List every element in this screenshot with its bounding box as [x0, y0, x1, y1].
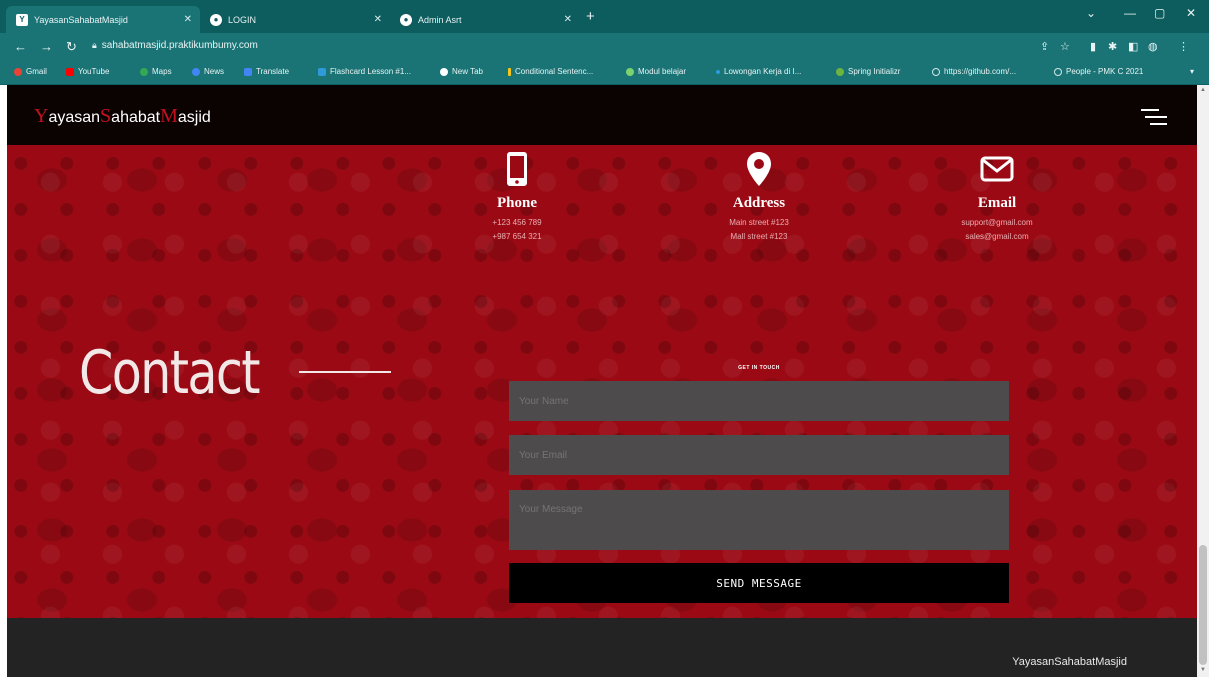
bookmark-new-tab[interactable]: New Tab — [440, 67, 483, 76]
logo-word: ahabat — [111, 109, 161, 126]
logo-word: asjid — [177, 109, 211, 126]
address-info: Address Main street #123 Mall street #12… — [679, 151, 839, 241]
logo-letter: S — [100, 105, 112, 127]
scrollbar-thumb[interactable] — [1199, 545, 1207, 665]
tab-login[interactable]: ● LOGIN ✕ — [200, 6, 390, 33]
share-icon[interactable]: ⇪ — [1040, 40, 1049, 53]
translate-icon — [244, 67, 252, 76]
address-title: Address — [732, 195, 786, 211]
email-field[interactable] — [509, 435, 1009, 475]
spring-icon — [836, 67, 844, 76]
sidepanel-icon[interactable]: ◧ — [1128, 40, 1138, 53]
tab-label: Admin Asrt — [418, 14, 462, 25]
puzzle-icon[interactable]: ✱ — [1108, 40, 1117, 53]
bookmark-star-icon[interactable]: ☆ — [1060, 40, 1070, 53]
phone-icon — [437, 151, 597, 187]
tab-search-icon[interactable]: ⌄ — [1086, 6, 1096, 20]
phone-title: Phone — [496, 195, 537, 211]
address-line: Mall street #123 — [730, 232, 788, 241]
site-logo[interactable]: YayasanSahabatMasjid — [34, 105, 211, 128]
lowongan-icon — [716, 69, 720, 74]
page-scrollbar[interactable]: ▲ ▼ — [1197, 85, 1209, 677]
close-tab-icon[interactable]: ✕ — [374, 14, 382, 25]
email-line: support@gmail.com — [961, 218, 1033, 227]
globe-icon: ● — [400, 13, 412, 26]
page-title: Contact — [79, 338, 261, 408]
url-text: sahabatmasjid.praktikumbumy.com — [101, 40, 258, 51]
back-arrow-icon[interactable]: ← — [14, 39, 27, 54]
forward-arrow-icon[interactable]: → — [40, 39, 53, 54]
new-tab-icon[interactable]: + — [586, 8, 595, 25]
bookmarks-overflow-icon[interactable]: ▾ — [1190, 67, 1194, 76]
message-field[interactable] — [509, 490, 1009, 550]
address-bar-row: ← → ↻ 🔒︎ sahabatmasjid.praktikumbumy.com … — [0, 33, 1209, 60]
logo-letter: M — [160, 105, 178, 127]
location-pin-icon — [679, 151, 839, 187]
browser-tab-bar: Y YayasanSahabatMasjid ✕ ● LOGIN ✕ ● Adm… — [0, 0, 1209, 33]
scroll-up-icon[interactable]: ▲ — [1200, 87, 1206, 93]
site-header: YayasanSahabatMasjid — [7, 85, 1197, 145]
tab-label: LOGIN — [228, 14, 257, 25]
bookmark-conditional[interactable]: Conditional Sentenc... — [508, 67, 593, 76]
modul-icon — [626, 67, 634, 76]
page-viewport: YayasanSahabatMasjid Phone +123 456 789 … — [7, 85, 1197, 677]
globe-icon: ● — [210, 13, 222, 26]
youtube-icon — [66, 67, 74, 76]
address-line: Main street #123 — [729, 218, 789, 227]
scroll-down-icon[interactable]: ▼ — [1200, 667, 1206, 673]
phone-info: Phone +123 456 789 +987 654 321 — [437, 151, 597, 241]
form-eyebrow: GET IN TOUCH — [738, 365, 780, 371]
avatar[interactable]: ◍ — [1148, 40, 1158, 53]
send-message-button[interactable]: SEND MESSAGE — [509, 563, 1009, 603]
name-field[interactable] — [509, 381, 1009, 421]
contact-section: Phone +123 456 789 +987 654 321 Address … — [7, 145, 1197, 618]
tab-admin[interactable]: ● Admin Asrt ✕ — [390, 6, 580, 33]
logo-letter: Y — [34, 105, 49, 127]
bookmarks-bar: Gmail YouTube Maps News Translate Flashc… — [0, 60, 1209, 85]
bookmark-news[interactable]: News — [192, 67, 224, 76]
bookmark-modul[interactable]: Modul belajar — [626, 67, 686, 76]
close-tab-icon[interactable]: ✕ — [184, 14, 192, 25]
footer-brand: YayasanSahabatMasjid — [1012, 656, 1127, 668]
email-info: Email support@gmail.com sales@gmail.com — [917, 151, 1077, 241]
phone-line: +987 654 321 — [492, 232, 542, 241]
bookmark-maps[interactable]: Maps — [140, 67, 172, 76]
site-footer: YayasanSahabatMasjid — [7, 618, 1197, 677]
bookmark-gmail[interactable]: Gmail — [14, 67, 47, 76]
lock-icon: 🔒︎ — [92, 40, 97, 50]
bookmark-translate[interactable]: Translate — [244, 67, 289, 76]
url-field[interactable]: 🔒︎ sahabatmasjid.praktikumbumy.com — [92, 40, 258, 51]
hamburger-menu-icon[interactable] — [1141, 109, 1167, 125]
github-icon — [932, 67, 940, 76]
tab-yayasan[interactable]: Y YayasanSahabatMasjid ✕ — [6, 6, 200, 33]
flashcard-icon — [318, 67, 326, 76]
bookmark-github[interactable]: https://github.com/... — [932, 67, 1016, 76]
bookmark-people[interactable]: People - PMK C 2021 — [1054, 67, 1143, 76]
maps-icon — [140, 67, 148, 76]
logo-word: ayasan — [48, 109, 101, 126]
site-favicon-icon: Y — [16, 13, 28, 26]
bookmark-doc-icon — [508, 67, 511, 76]
envelope-icon — [917, 151, 1077, 187]
bookmark-flashcard[interactable]: Flashcard Lesson #1... — [318, 67, 411, 76]
reload-icon[interactable]: ↻ — [66, 39, 77, 55]
title-divider — [299, 371, 391, 373]
tab-label: YayasanSahabatMasjid — [34, 14, 128, 25]
bookmark-lowongan[interactable]: Lowongan Kerja di I... — [716, 67, 801, 76]
phone-line: +123 456 789 — [492, 218, 542, 227]
globe-icon — [440, 67, 448, 76]
minimize-icon[interactable]: — — [1124, 6, 1136, 20]
folder-icon — [1054, 67, 1062, 76]
menu-kebab-icon[interactable]: ⋮ — [1178, 40, 1189, 53]
extension-icon[interactable]: ▮ — [1090, 40, 1096, 53]
news-icon — [192, 67, 200, 76]
window-close-icon[interactable]: ✕ — [1186, 6, 1196, 20]
bookmark-youtube[interactable]: YouTube — [66, 67, 109, 76]
close-tab-icon[interactable]: ✕ — [564, 14, 572, 25]
bookmark-spring[interactable]: Spring Initializr — [836, 67, 900, 76]
email-title: Email — [977, 195, 1017, 211]
gmail-icon — [14, 67, 22, 76]
email-line: sales@gmail.com — [965, 232, 1029, 241]
maximize-icon[interactable]: ▢ — [1154, 6, 1165, 20]
